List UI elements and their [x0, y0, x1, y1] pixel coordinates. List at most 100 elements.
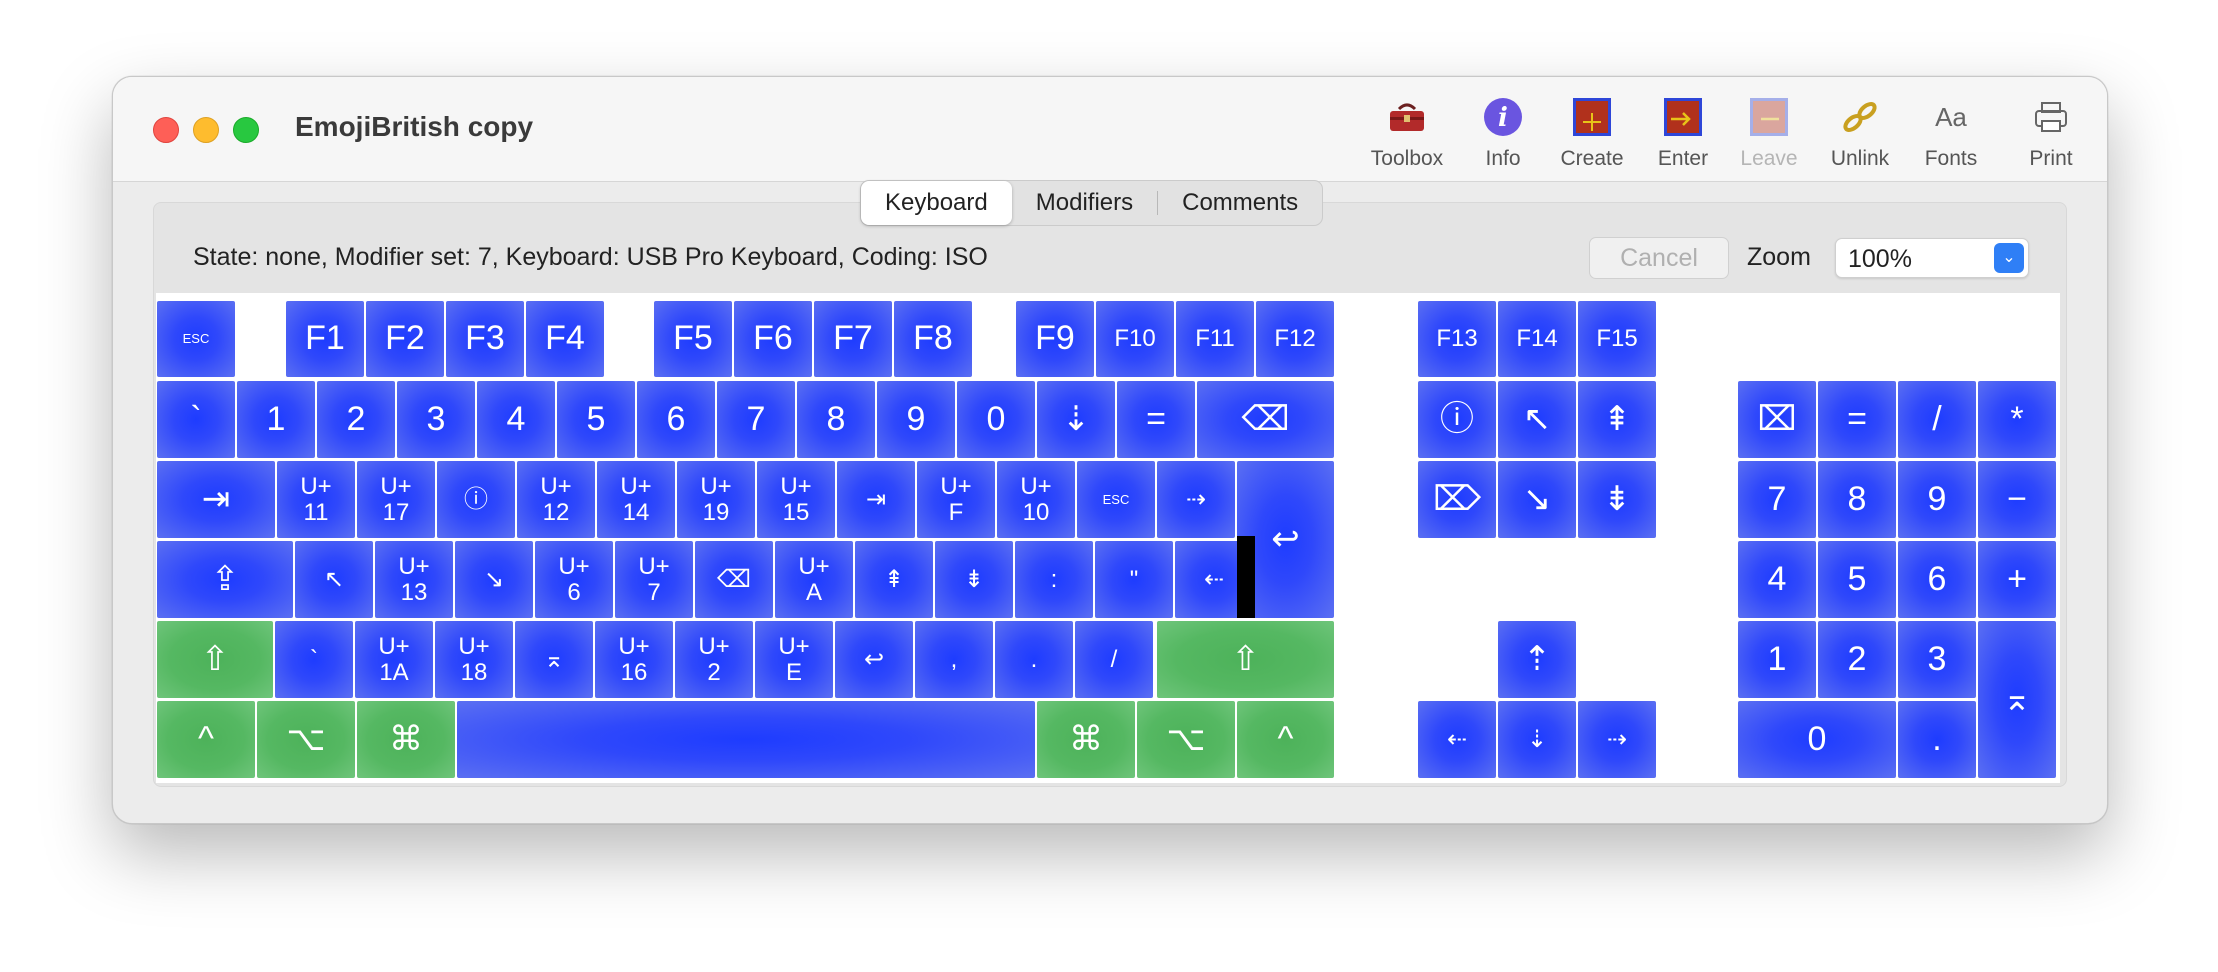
key[interactable]: ⌧ [1738, 381, 1816, 458]
key[interactable]: 4 [1738, 541, 1816, 618]
key[interactable]: ⌫ [695, 541, 773, 618]
toolbox-button[interactable]: Toolbox [1357, 91, 1457, 177]
key[interactable]: ⇞ [1578, 381, 1656, 458]
key[interactable]: ⓘ [1418, 381, 1496, 458]
key[interactable]: U+ 17 [357, 461, 435, 538]
key[interactable]: ` [157, 381, 235, 458]
key[interactable]: ESC [1077, 461, 1155, 538]
key[interactable]: ↩ [835, 621, 913, 698]
tab-modifiers[interactable]: Modifiers [1012, 181, 1157, 225]
key[interactable]: ⌅ [515, 621, 593, 698]
key[interactable]: U+ 16 [595, 621, 673, 698]
key[interactable]: 0 [957, 381, 1035, 458]
unlink-button[interactable]: Unlink [1810, 91, 1910, 177]
key[interactable]: ⇥ [157, 461, 275, 538]
key[interactable]: F3 [446, 301, 524, 377]
key[interactable]: ⌥ [1137, 701, 1235, 778]
key[interactable]: F6 [734, 301, 812, 377]
info-button[interactable]: i Info [1453, 91, 1553, 177]
key[interactable]: ⌥ [257, 701, 355, 778]
key[interactable]: ↘ [1498, 461, 1576, 538]
key[interactable]: U+ 11 [277, 461, 355, 538]
key[interactable]: 9 [877, 381, 955, 458]
key[interactable]: 6 [637, 381, 715, 458]
key[interactable]: U+ F [917, 461, 995, 538]
key[interactable]: ⇧ [1157, 621, 1334, 698]
key[interactable]: ↖ [295, 541, 373, 618]
key[interactable]: 2 [317, 381, 395, 458]
key[interactable]: / [1075, 621, 1153, 698]
key[interactable]: F9 [1016, 301, 1094, 377]
key[interactable]: 2 [1818, 621, 1896, 698]
key[interactable]: 5 [557, 381, 635, 458]
print-button[interactable]: Print [2001, 91, 2101, 177]
key[interactable]: U+ 13 [375, 541, 453, 618]
key[interactable]: ⌦ [1418, 461, 1496, 538]
key[interactable]: ⇣ [1498, 701, 1576, 778]
key[interactable]: ⇟ [935, 541, 1013, 618]
tab-keyboard[interactable]: Keyboard [861, 181, 1012, 225]
key[interactable]: − [1978, 461, 2056, 538]
key[interactable]: 4 [477, 381, 555, 458]
key[interactable]: ⌘ [1037, 701, 1135, 778]
key[interactable]: U+ E [755, 621, 833, 698]
key[interactable]: F11 [1176, 301, 1254, 377]
key[interactable]: F14 [1498, 301, 1576, 377]
key[interactable]: ⇣ [1037, 381, 1115, 458]
enter-button[interactable]: Enter [1633, 91, 1733, 177]
zoom-window-button[interactable] [233, 117, 259, 143]
key[interactable]: ↖ [1498, 381, 1576, 458]
key[interactable]: F2 [366, 301, 444, 377]
key[interactable]: U+ 6 [535, 541, 613, 618]
key[interactable]: U+ 1A [355, 621, 433, 698]
key[interactable]: F1 [286, 301, 364, 377]
key[interactable]: U+ A [775, 541, 853, 618]
key[interactable]: U+ 19 [677, 461, 755, 538]
key[interactable]: ⓘ [437, 461, 515, 538]
key[interactable]: " [1095, 541, 1173, 618]
fonts-button[interactable]: Aa Fonts [1901, 91, 2001, 177]
key[interactable]: , [915, 621, 993, 698]
key[interactable]: U+ 14 [597, 461, 675, 538]
key[interactable]: U+ 10 [997, 461, 1075, 538]
close-window-button[interactable] [153, 117, 179, 143]
key[interactable]: ⇢ [1578, 701, 1656, 778]
key[interactable]: ⇪ [157, 541, 293, 618]
key[interactable]: U+ 18 [435, 621, 513, 698]
key[interactable]: ⇢ [1157, 461, 1235, 538]
key[interactable]: U+ 7 [615, 541, 693, 618]
key[interactable]: ⌅ [1978, 621, 2056, 778]
key[interactable]: = [1818, 381, 1896, 458]
key[interactable]: 7 [1738, 461, 1816, 538]
key[interactable]: F13 [1418, 301, 1496, 377]
key[interactable]: 3 [397, 381, 475, 458]
cancel-button[interactable]: Cancel [1589, 237, 1729, 279]
key[interactable]: ⇡ [1498, 621, 1576, 698]
key[interactable]: F7 [814, 301, 892, 377]
key[interactable]: F4 [526, 301, 604, 377]
key[interactable]: ^ [1237, 701, 1334, 778]
create-button[interactable]: Create [1542, 91, 1642, 177]
key[interactable]: F8 [894, 301, 972, 377]
key[interactable]: ↘ [455, 541, 533, 618]
key[interactable]: ` [275, 621, 353, 698]
minimize-window-button[interactable] [193, 117, 219, 143]
key[interactable]: U+ 2 [675, 621, 753, 698]
key[interactable]: F12 [1256, 301, 1334, 377]
key[interactable]: 1 [1738, 621, 1816, 698]
key[interactable]: * [1978, 381, 2056, 458]
key[interactable]: F5 [654, 301, 732, 377]
key[interactable]: U+ 12 [517, 461, 595, 538]
key[interactable]: ⇠ [1418, 701, 1496, 778]
zoom-select[interactable]: 100% ⌄ [1835, 238, 2029, 278]
key[interactable] [457, 701, 1035, 778]
key[interactable]: 8 [797, 381, 875, 458]
key[interactable]: ⇧ [157, 621, 273, 698]
key[interactable]: ⇥ [837, 461, 915, 538]
key[interactable]: ESC [157, 301, 235, 377]
key[interactable]: : [1015, 541, 1093, 618]
key[interactable]: ⌘ [357, 701, 455, 778]
key[interactable]: F15 [1578, 301, 1656, 377]
key[interactable]: 0 [1738, 701, 1896, 778]
key[interactable]: 3 [1898, 621, 1976, 698]
